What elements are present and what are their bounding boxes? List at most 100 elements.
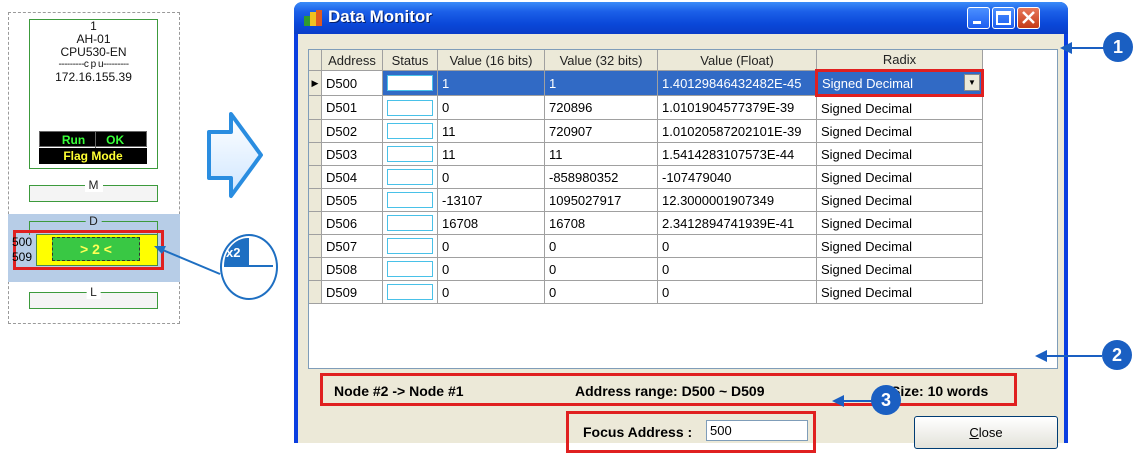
cell-address[interactable]: D508 bbox=[321, 257, 383, 281]
cell-status[interactable] bbox=[382, 211, 438, 235]
run-status-indicator: Run OK bbox=[39, 131, 147, 148]
cell-radix[interactable]: Signed Decimal bbox=[816, 119, 983, 143]
callout-1-arrowhead-icon bbox=[1060, 42, 1072, 54]
cell-status[interactable] bbox=[382, 95, 438, 120]
cell-value32[interactable]: 16708 bbox=[544, 211, 658, 235]
table-row[interactable]: ▶ D500 1 1 1.40129846432482E-45 Signed D… bbox=[309, 69, 984, 97]
device-d-red-highlight bbox=[13, 230, 164, 270]
cell-value16[interactable]: 0 bbox=[437, 95, 545, 120]
cell-float[interactable]: 12.3000001907349 bbox=[657, 188, 817, 212]
device-m-bar[interactable]: M bbox=[29, 178, 158, 202]
cpu-node-card[interactable]: 1 AH-01 CPU530-EN ---------c p u--------… bbox=[29, 19, 158, 169]
cell-float[interactable]: 1.01020587202101E-39 bbox=[657, 119, 817, 143]
app-icon bbox=[304, 10, 322, 26]
table-row[interactable]: D503 11 11 1.5414283107573E-44 Signed De… bbox=[309, 142, 983, 166]
cell-float[interactable]: 0 bbox=[657, 280, 817, 304]
table-row[interactable]: D505 -13107 1095027917 12.3000001907349 … bbox=[309, 188, 983, 212]
cell-float[interactable]: 1.0101904577379E-39 bbox=[657, 95, 817, 120]
callout-3-arrowhead-icon bbox=[832, 395, 844, 407]
cell-float[interactable]: 1.5414283107573E-44 bbox=[657, 142, 817, 166]
cell-value32[interactable]: 720896 bbox=[544, 95, 658, 120]
cell-address[interactable]: D507 bbox=[321, 234, 383, 258]
cell-status[interactable] bbox=[382, 70, 438, 96]
table-row[interactable]: D502 11 720907 1.01020587202101E-39 Sign… bbox=[309, 119, 983, 143]
maximize-button[interactable] bbox=[992, 7, 1015, 29]
cell-float[interactable]: 0 bbox=[657, 257, 817, 281]
cell-radix[interactable]: Signed Decimal bbox=[816, 280, 983, 304]
col-header-float[interactable]: Value (Float) bbox=[657, 50, 817, 71]
callout-1: 1 bbox=[1103, 32, 1133, 62]
close-button[interactable]: Close bbox=[914, 416, 1058, 449]
minimize-button[interactable] bbox=[967, 7, 990, 29]
cell-radix[interactable]: Signed Decimal bbox=[816, 165, 983, 189]
radix-dropdown[interactable]: Signed Decimal ▼ bbox=[815, 69, 984, 97]
cell-value16[interactable]: 16708 bbox=[437, 211, 545, 235]
cell-value32[interactable]: 0 bbox=[544, 257, 658, 281]
cell-value16[interactable]: 0 bbox=[437, 165, 545, 189]
table-row[interactable]: D509 0 0 0 Signed Decimal bbox=[309, 280, 983, 304]
col-header-address[interactable]: Address bbox=[321, 50, 383, 71]
cell-value16[interactable]: 0 bbox=[437, 280, 545, 304]
cell-float[interactable]: 0 bbox=[657, 234, 817, 258]
col-header-value16[interactable]: Value (16 bits) bbox=[437, 50, 545, 71]
focus-address-input[interactable] bbox=[706, 420, 808, 441]
cell-value32[interactable]: 720907 bbox=[544, 119, 658, 143]
col-header-value32[interactable]: Value (32 bits) bbox=[544, 50, 658, 71]
cell-radix[interactable]: Signed Decimal bbox=[816, 188, 983, 212]
table-row[interactable]: D508 0 0 0 Signed Decimal bbox=[309, 257, 983, 281]
cell-status[interactable] bbox=[382, 165, 438, 189]
cell-status[interactable] bbox=[382, 234, 438, 258]
cell-float[interactable]: 2.3412894741939E-41 bbox=[657, 211, 817, 235]
table-row[interactable]: D507 0 0 0 Signed Decimal bbox=[309, 234, 983, 258]
cell-address[interactable]: D503 bbox=[321, 142, 383, 166]
cell-address[interactable]: D501 bbox=[321, 95, 383, 120]
table-row[interactable]: D501 0 720896 1.0101904577379E-39 Signed… bbox=[309, 95, 983, 120]
cell-value32[interactable]: -858980352 bbox=[544, 165, 658, 189]
cell-status[interactable] bbox=[382, 142, 438, 166]
col-header-radix[interactable]: Radix bbox=[816, 50, 983, 71]
cell-address[interactable]: D509 bbox=[321, 280, 383, 304]
cell-radix[interactable]: Signed Decimal bbox=[816, 257, 983, 281]
cell-value16[interactable]: 11 bbox=[437, 119, 545, 143]
device-l-bar[interactable]: L bbox=[29, 285, 158, 309]
cell-status[interactable] bbox=[382, 280, 438, 304]
cell-address[interactable]: D506 bbox=[321, 211, 383, 235]
info-address-range: Address range: D500 ~ D509 bbox=[575, 383, 765, 399]
cell-value32[interactable]: 1 bbox=[544, 70, 658, 96]
cell-value16[interactable]: 0 bbox=[437, 234, 545, 258]
table-row[interactable]: D504 0 -858980352 -107479040 Signed Deci… bbox=[309, 165, 983, 189]
dropdown-arrow-icon[interactable]: ▼ bbox=[964, 74, 980, 91]
cell-value32[interactable]: 0 bbox=[544, 234, 658, 258]
cell-status[interactable] bbox=[382, 257, 438, 281]
cell-value32[interactable]: 11 bbox=[544, 142, 658, 166]
cell-radix[interactable]: Signed Decimal bbox=[816, 234, 983, 258]
cell-value16[interactable]: -13107 bbox=[437, 188, 545, 212]
info-nodes: Node #2 -> Node #1 bbox=[334, 383, 464, 399]
ok-label: OK bbox=[95, 132, 134, 148]
callout-2-line bbox=[1040, 355, 1102, 357]
cell-value32[interactable]: 0 bbox=[544, 280, 658, 304]
close-hotkey: C bbox=[969, 425, 979, 440]
callout-2: 2 bbox=[1102, 340, 1132, 370]
cell-value16[interactable]: 11 bbox=[437, 142, 545, 166]
cell-radix[interactable]: Signed Decimal bbox=[816, 95, 983, 120]
cell-radix[interactable]: Signed Decimal bbox=[816, 211, 983, 235]
cell-address[interactable]: D505 bbox=[321, 188, 383, 212]
cell-value16[interactable]: 0 bbox=[437, 257, 545, 281]
cell-address[interactable]: D504 bbox=[321, 165, 383, 189]
cell-float[interactable]: 1.40129846432482E-45 bbox=[657, 70, 817, 96]
cell-float[interactable]: -107479040 bbox=[657, 165, 817, 189]
cell-status[interactable] bbox=[382, 188, 438, 212]
close-window-button[interactable] bbox=[1017, 7, 1040, 29]
cell-value32[interactable]: 1095027917 bbox=[544, 188, 658, 212]
cell-status[interactable] bbox=[382, 119, 438, 143]
cell-radix[interactable]: Signed Decimal bbox=[816, 142, 983, 166]
col-header-status[interactable]: Status bbox=[382, 50, 438, 71]
cell-address[interactable]: D502 bbox=[321, 119, 383, 143]
title-bar[interactable]: Data Monitor bbox=[294, 2, 1068, 34]
info-bar: Node #2 -> Node #1 Address range: D500 ~… bbox=[320, 373, 1017, 406]
table-row[interactable]: D506 16708 16708 2.3412894741939E-41 Sig… bbox=[309, 211, 983, 235]
cell-address[interactable]: D500 bbox=[321, 70, 383, 96]
cell-value16[interactable]: 1 bbox=[437, 70, 545, 96]
click-count-label: x2 bbox=[226, 245, 241, 260]
